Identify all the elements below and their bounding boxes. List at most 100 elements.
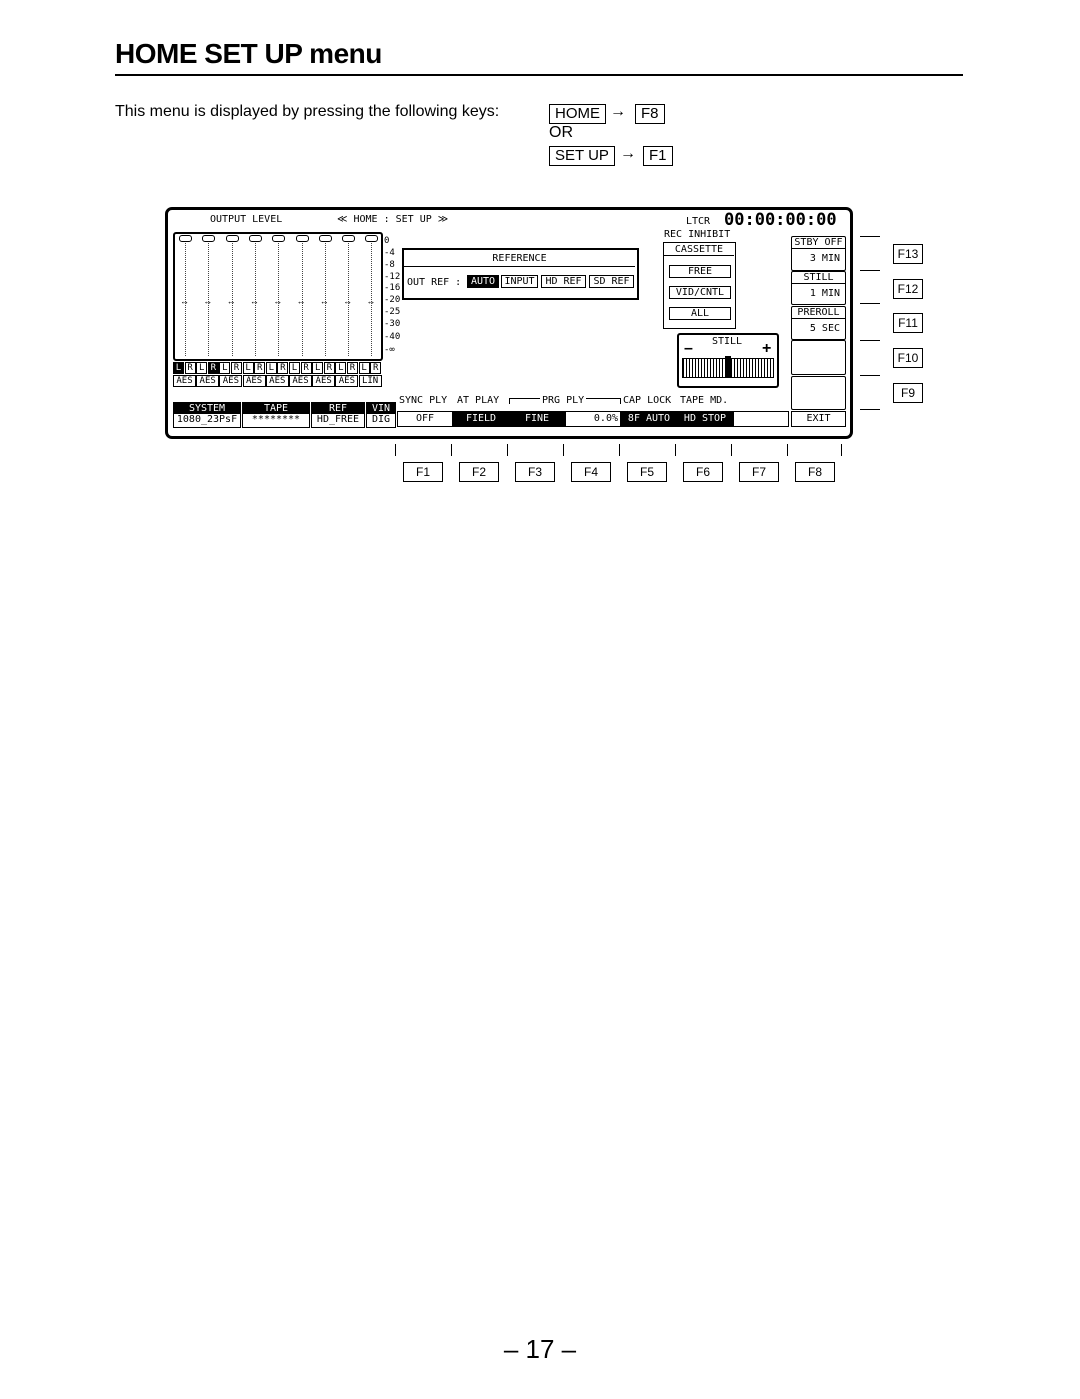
key-f5[interactable]: F5: [627, 462, 667, 482]
key-f4[interactable]: F4: [571, 462, 611, 482]
side-button-4[interactable]: [791, 340, 846, 375]
callout-line: [787, 444, 788, 456]
key-f8[interactable]: F8: [795, 462, 835, 482]
scale-label: -30: [384, 319, 401, 329]
sync-ply-label: SYNC PLY: [399, 395, 448, 406]
key-f10[interactable]: F10: [893, 348, 923, 368]
peak-indicator: [318, 235, 332, 242]
key-f6[interactable]: F6: [683, 462, 723, 482]
key-f11[interactable]: F11: [893, 313, 923, 333]
callout-line: [731, 444, 732, 456]
cassette-title: CASSETTE: [664, 244, 734, 256]
channel-l: L: [335, 362, 347, 374]
level-marker-icon: ↔: [180, 296, 189, 306]
level-marker-icon: ↔: [366, 296, 376, 306]
channel-l: L: [219, 362, 231, 374]
cassette-free[interactable]: FREE: [669, 265, 731, 278]
scale-label: -25: [384, 307, 401, 317]
softkey-7[interactable]: [733, 411, 789, 427]
key-setup: SET UP: [549, 146, 615, 166]
key-f8: F8: [635, 104, 665, 124]
key-f3[interactable]: F3: [515, 462, 555, 482]
softkey-6[interactable]: HD STOP: [677, 411, 733, 427]
softkey-1[interactable]: OFF: [397, 411, 453, 427]
side-button-label: STILL: [792, 272, 845, 284]
side-button-5[interactable]: [791, 376, 846, 410]
page-number: – 17 –: [503, 1334, 577, 1364]
channel-source: AES: [289, 375, 312, 387]
peak-indicator: [365, 235, 379, 242]
callout-line: [860, 375, 880, 376]
callout-line: [860, 409, 880, 410]
scale-label: -40: [384, 332, 401, 342]
channel-l: L: [312, 362, 324, 374]
channel-r: R: [347, 362, 358, 374]
page-title: HOME SET UP menu: [115, 38, 382, 69]
channel-l: L: [265, 362, 277, 374]
softkey-2[interactable]: FIELD: [453, 411, 509, 427]
key-f7[interactable]: F7: [739, 462, 779, 482]
scale-label: -20: [384, 295, 401, 305]
prg-ply-label: PRG PLY: [540, 395, 587, 406]
menu-title: ≪ HOME : SET UP ≫: [337, 214, 449, 225]
key-f9[interactable]: F9: [893, 383, 923, 403]
arrow-icon: →: [620, 145, 636, 162]
output-level-label: OUTPUT LEVEL: [210, 214, 283, 225]
status-label: TAPE: [243, 403, 309, 414]
scale-label: 0: [384, 236, 390, 246]
channel-r: R: [277, 362, 289, 374]
out-ref-hd[interactable]: HD REF: [541, 275, 586, 288]
out-ref-input[interactable]: INPUT: [501, 275, 538, 288]
softkey-4[interactable]: 0.0%: [565, 411, 621, 427]
side-button-value: 1 MIN: [809, 288, 840, 299]
key-f12[interactable]: F12: [893, 279, 923, 299]
channel-source: AES: [173, 375, 196, 387]
softkey-8[interactable]: EXIT: [791, 411, 846, 427]
channel-r: R: [254, 362, 266, 374]
plus-icon: +: [762, 340, 772, 357]
softkey-3[interactable]: FINE: [509, 411, 565, 427]
side-button-value: 5 SEC: [809, 323, 840, 334]
key-f2[interactable]: F2: [459, 462, 499, 482]
key-f1[interactable]: F1: [403, 462, 443, 482]
side-button-label: PREROLL: [792, 307, 845, 319]
out-ref-label: OUT REF :: [407, 277, 462, 288]
status-label: VIN: [367, 403, 395, 414]
scale-label: -12: [384, 272, 401, 282]
key-home: HOME: [549, 104, 606, 124]
scale-label: -∞: [384, 345, 395, 355]
channel-r: R: [184, 362, 196, 374]
channel-source: AES: [219, 375, 243, 387]
side-button-value: 3 MIN: [809, 253, 840, 264]
callout-line: [507, 444, 508, 456]
peak-indicator: [248, 235, 262, 242]
peak-indicator: [342, 235, 356, 242]
channel-source: AES: [312, 375, 336, 387]
out-ref-sd[interactable]: SD REF: [589, 275, 634, 288]
softkey-5[interactable]: 8F AUTO: [621, 411, 677, 427]
out-ref-auto[interactable]: AUTO: [467, 275, 499, 288]
callout-line: [860, 236, 880, 237]
rec-inhibit-label: REC INHIBIT: [664, 229, 731, 240]
scale-label: -8: [384, 260, 395, 270]
level-marker-icon: ↔: [319, 296, 329, 306]
level-marker-icon: ↔: [249, 296, 259, 306]
key-f13[interactable]: F13: [893, 244, 923, 264]
channel-r: R: [370, 362, 382, 374]
level-marker-icon: ↔: [296, 296, 306, 306]
key-f1: F1: [643, 146, 673, 166]
or-text: OR: [549, 124, 573, 141]
level-marker-icon: ↔: [203, 296, 213, 306]
peak-indicator: [272, 235, 286, 242]
status-value: DIG: [371, 414, 391, 425]
cassette-all[interactable]: ALL: [669, 307, 731, 320]
at-play-label: AT PLAY: [457, 395, 500, 406]
channel-l: L: [289, 362, 300, 374]
instruction-text: This menu is displayed by pressing the f…: [115, 103, 500, 120]
channel-source: AES: [265, 375, 289, 387]
reference-title: REFERENCE: [404, 253, 635, 267]
status-value: 1080_23PsF: [176, 414, 238, 425]
channel-source: AES: [335, 375, 359, 387]
still-slider-handle[interactable]: [725, 356, 731, 378]
cassette-vid-cntl[interactable]: VID/CNTL: [669, 286, 731, 299]
